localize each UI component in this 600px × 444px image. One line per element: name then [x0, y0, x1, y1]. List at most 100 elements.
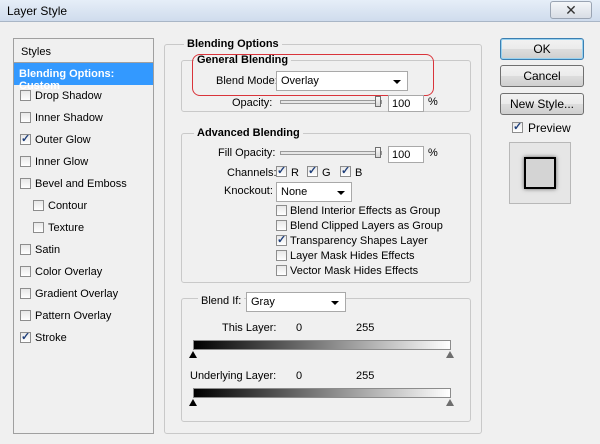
style-item-label: Inner Glow: [35, 156, 89, 168]
blend-mode-label: Blend Mode:: [216, 75, 278, 87]
style-item-pattern-overlay[interactable]: Pattern Overlay: [14, 305, 153, 327]
stroke-checkbox[interactable]: [20, 330, 31, 343]
style-item-color-overlay[interactable]: Color Overlay: [14, 261, 153, 283]
satin-checkbox[interactable]: [20, 244, 31, 255]
channel-b-label: B: [355, 167, 363, 179]
style-item-texture[interactable]: Texture: [14, 217, 153, 239]
style-item-stroke[interactable]: Stroke: [14, 327, 153, 349]
inner-glow-checkbox[interactable]: [20, 156, 31, 167]
opacity-label: Opacity:: [232, 97, 273, 109]
underlying-layer-gradient[interactable]: [193, 388, 451, 398]
blend-if-value: Gray: [251, 296, 275, 308]
preview-checkbox[interactable]: [512, 120, 523, 133]
preview-square-icon: [524, 157, 556, 189]
style-item-inner-glow[interactable]: Inner Glow: [14, 151, 153, 173]
title-bar: Layer Style ✕: [0, 0, 600, 22]
blend-clipped-checkbox[interactable]: [276, 220, 287, 231]
opacity-slider[interactable]: [280, 100, 382, 104]
style-item-label: Texture: [48, 222, 85, 234]
blend-mode-select[interactable]: Overlay: [276, 71, 408, 91]
blend-clipped-label: Blend Clipped Layers as Group: [290, 220, 443, 232]
style-item-bevel-emboss[interactable]: Bevel and Emboss: [14, 173, 153, 195]
chevron-down-icon: [393, 80, 401, 84]
ok-button[interactable]: OK: [500, 38, 584, 60]
opacity-input[interactable]: 100: [388, 95, 424, 112]
blend-mode-value: Overlay: [281, 75, 319, 87]
this-layer-max: 255: [356, 322, 375, 334]
texture-checkbox[interactable]: [33, 222, 44, 233]
cancel-button[interactable]: Cancel: [500, 65, 584, 87]
new-style-button[interactable]: New Style...: [500, 93, 584, 115]
styles-list-header: Styles: [14, 39, 153, 63]
style-item-label: Gradient Overlay: [35, 288, 119, 300]
style-item-label: Drop Shadow: [35, 90, 102, 102]
this-layer-label: This Layer:: [222, 322, 277, 334]
gradient-overlay-checkbox[interactable]: [20, 288, 31, 299]
channel-b-checkbox[interactable]: [340, 164, 351, 177]
outer-glow-checkbox[interactable]: [20, 132, 31, 145]
this-layer-min: 0: [296, 322, 303, 334]
chevron-down-icon: [337, 191, 345, 195]
inner-shadow-checkbox[interactable]: [20, 112, 31, 123]
fill-opacity-input[interactable]: 100: [388, 146, 424, 163]
underlying-layer-label: Underlying Layer:: [190, 370, 277, 382]
vector-mask-label: Vector Mask Hides Effects: [290, 265, 419, 277]
transparency-shapes-checkbox[interactable]: [276, 233, 287, 246]
style-item-inner-shadow[interactable]: Inner Shadow: [14, 107, 153, 129]
style-item-gradient-overlay[interactable]: Gradient Overlay: [14, 283, 153, 305]
opacity-percent: %: [428, 96, 438, 108]
style-item-contour[interactable]: Contour: [14, 195, 153, 217]
blend-if-select[interactable]: Gray: [246, 292, 346, 312]
opacity-slider-thumb[interactable]: [375, 96, 381, 107]
style-item-label: Inner Shadow: [35, 112, 103, 124]
layer-mask-checkbox[interactable]: [276, 250, 287, 261]
blend-interior-checkbox[interactable]: [276, 205, 287, 216]
preview-swatch: [509, 142, 571, 204]
this-layer-gradient[interactable]: [193, 340, 451, 350]
fill-opacity-label: Fill Opacity:: [218, 147, 276, 159]
blend-interior-label: Blend Interior Effects as Group: [290, 205, 441, 217]
style-item-label: Satin: [35, 244, 61, 256]
layer-mask-label: Layer Mask Hides Effects: [290, 250, 415, 262]
close-button[interactable]: ✕: [550, 1, 592, 19]
style-item-drop-shadow[interactable]: Drop Shadow: [14, 85, 153, 107]
pattern-overlay-checkbox[interactable]: [20, 310, 31, 321]
blending-options-title: Blending Options: [184, 38, 282, 50]
channels-label: Channels:: [227, 167, 277, 179]
style-item-label: Outer Glow: [35, 134, 91, 146]
knockout-label: Knockout:: [224, 185, 273, 197]
style-item-outer-glow[interactable]: Outer Glow: [14, 129, 153, 151]
preview-label: Preview: [528, 121, 571, 135]
underlying-layer-max: 255: [356, 370, 375, 382]
window-title: Layer Style: [7, 4, 68, 18]
fill-opacity-percent: %: [428, 147, 438, 159]
style-item-label: Color Overlay: [35, 266, 103, 278]
channel-r-checkbox[interactable]: [276, 164, 287, 177]
style-item-label: Pattern Overlay: [35, 310, 112, 322]
style-item-satin[interactable]: Satin: [14, 239, 153, 261]
contour-checkbox[interactable]: [33, 200, 44, 211]
drop-shadow-checkbox[interactable]: [20, 90, 31, 101]
style-item-label: Contour: [48, 200, 88, 212]
knockout-select[interactable]: None: [276, 182, 352, 202]
knockout-value: None: [281, 186, 308, 198]
color-overlay-checkbox[interactable]: [20, 266, 31, 277]
transparency-shapes-label: Transparency Shapes Layer: [290, 235, 428, 247]
blend-if-group: [181, 298, 471, 422]
advanced-blending-title: Advanced Blending: [194, 127, 303, 139]
channel-g-checkbox[interactable]: [307, 164, 318, 177]
channel-g-label: G: [322, 167, 331, 179]
styles-list: Styles Blending Options: Custom Drop Sha…: [13, 38, 154, 434]
fill-opacity-slider-thumb[interactable]: [375, 147, 381, 158]
vector-mask-checkbox[interactable]: [276, 265, 287, 276]
close-icon: ✕: [565, 2, 577, 18]
fill-opacity-slider[interactable]: [280, 151, 382, 155]
blend-if-label: Blend If:: [198, 295, 245, 307]
chevron-down-icon: [331, 301, 339, 305]
style-item-label: Stroke: [35, 332, 67, 344]
style-item-blending-options[interactable]: Blending Options: Custom: [14, 63, 153, 92]
underlying-layer-min: 0: [296, 370, 303, 382]
channel-r-label: R: [291, 167, 299, 179]
bevel-emboss-checkbox[interactable]: [20, 178, 31, 189]
style-item-label: Bevel and Emboss: [35, 178, 127, 190]
